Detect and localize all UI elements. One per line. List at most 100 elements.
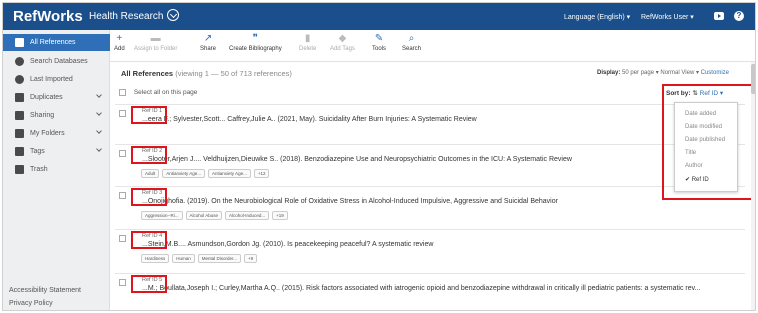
citation[interactable]: ...Stein,M.B.... Asmundson,Gordon Jg. (2… [142, 241, 433, 248]
tag-chip[interactable]: Aggression--Ri... [141, 211, 183, 220]
chevron-down-icon[interactable] [96, 146, 102, 152]
tag-list: Adult Antianxiety Age... Antianxiety Age..… [141, 169, 272, 178]
reference-row[interactable]: Ref ID 3 ...Onojighofia. (2019). On the … [115, 186, 745, 226]
app-window: RefWorks Health Research Language (Engli… [2, 2, 756, 311]
sidebar-item-label: Last Imported [30, 76, 73, 83]
top-bar: RefWorks Health Research Language (Engli… [3, 3, 755, 30]
sidebar-item-trash[interactable]: Trash [3, 161, 110, 178]
sidebar-item-label: My Folders [30, 130, 65, 137]
folder-icon: ▬ [150, 33, 161, 44]
display-select[interactable]: 50 per page ▾ Normal View ▾ [622, 70, 699, 76]
sidebar-item-tags[interactable]: Tags [3, 143, 110, 160]
tag-icon: ◆ [338, 33, 347, 44]
people-icon [15, 111, 24, 120]
trash-icon [15, 165, 24, 174]
tools-button[interactable]: ✎ Tools [372, 33, 386, 52]
highlight-box [131, 231, 167, 249]
sidebar-item-last-imported[interactable]: Last Imported [3, 71, 110, 88]
share-icon: ↗ [203, 33, 213, 44]
database-icon [15, 57, 24, 66]
project-name[interactable]: Health Research [89, 11, 163, 22]
sidebar-item-label: Sharing [30, 112, 55, 119]
accessibility-link[interactable]: Accessibility Statement [9, 287, 81, 294]
highlight-box [662, 84, 754, 200]
sidebar: All References Search Databases Last Imp… [3, 30, 110, 310]
row-checkbox[interactable] [119, 150, 126, 157]
highlight-box [131, 188, 167, 206]
sidebar-item-search-databases[interactable]: Search Databases [3, 53, 110, 70]
display-label: Display: [597, 70, 621, 76]
tag-chip[interactable]: Antianxiety Age... [162, 169, 206, 178]
sidebar-item-label: Tags [30, 148, 45, 155]
reference-row[interactable]: Ref ID 1 ...eera F.; Sylvester,Scott... … [115, 104, 745, 144]
delete-button[interactable]: ▮ Delete [299, 33, 316, 52]
create-bibliography-button[interactable]: ❞ Create Bibliography [229, 33, 282, 52]
chevron-down-icon[interactable] [96, 92, 102, 98]
language-menu[interactable]: Language (English) ▾ [564, 13, 630, 21]
add-button[interactable]: + Add [114, 33, 125, 52]
duplicates-icon [15, 93, 24, 102]
refworks-logo[interactable]: RefWorks [13, 8, 83, 25]
page-title: All References [121, 69, 174, 78]
tag-chip[interactable]: Alcohol Abuse [185, 211, 223, 220]
quote-icon: ❞ [252, 33, 259, 44]
sidebar-item-duplicates[interactable]: Duplicates [3, 89, 110, 106]
user-menu[interactable]: RefWorks User ▾ [641, 13, 694, 21]
folder-icon [15, 129, 24, 138]
tag-chip[interactable]: Human [172, 254, 195, 263]
sidebar-item-label: Trash [30, 166, 48, 173]
document-icon [15, 38, 24, 47]
sidebar-item-sharing[interactable]: Sharing [3, 107, 110, 124]
highlight-box [131, 106, 167, 124]
tag-list: Aggression--Ri... Alcohol Abuse Alcohol-In… [141, 211, 291, 220]
viewing-count: (viewing 1 — 50 of 713 references) [175, 69, 292, 78]
privacy-link[interactable]: Privacy Policy [9, 300, 53, 307]
sidebar-item-all-references[interactable]: All References [3, 34, 110, 51]
scrollbar-thumb[interactable] [751, 64, 755, 94]
assign-to-folder-button[interactable]: ▬ Assign to Folder [134, 33, 177, 52]
help-icon[interactable]: ? [734, 11, 744, 21]
tag-chip[interactable]: Adult [141, 169, 160, 178]
chevron-down-icon[interactable] [96, 128, 102, 134]
tag-chip[interactable]: Mental Disorder... [197, 254, 242, 263]
highlight-box [131, 275, 167, 293]
customize-link[interactable]: Customize [701, 70, 729, 76]
reference-row[interactable]: Ref ID 5 ...M.; Boullata,Joseph I.; Curl… [115, 273, 745, 310]
row-checkbox[interactable] [119, 192, 126, 199]
scrollbar[interactable] [751, 62, 755, 310]
tag-chip[interactable]: Hardiness [141, 254, 170, 263]
more-tags-chip[interactable]: +12 [253, 169, 270, 178]
row-checkbox[interactable] [119, 235, 126, 242]
select-all-checkbox[interactable] [119, 89, 126, 96]
video-icon[interactable] [714, 12, 724, 20]
sidebar-item-label: All References [30, 39, 76, 46]
more-tags-chip[interactable]: +19 [272, 211, 288, 220]
reference-row[interactable]: Ref ID 2 ...Slooter,Arjen J.... Veldhuij… [115, 144, 745, 184]
select-all[interactable]: Select all on this page [119, 89, 197, 96]
search-button[interactable]: ⌕ Search [402, 33, 421, 52]
add-tags-button[interactable]: ◆ Add Tags [330, 33, 355, 52]
display-options: Display: 50 per page ▾ Normal View ▾ Cus… [597, 69, 729, 76]
wrench-icon: ✎ [374, 33, 384, 44]
clock-icon [15, 75, 24, 84]
toolbar: + Add ▬ Assign to Folder ↗ Share ❞ Creat… [110, 30, 755, 62]
highlight-box [131, 146, 167, 164]
tag-icon [15, 147, 24, 156]
row-checkbox[interactable] [119, 279, 126, 286]
citation[interactable]: ...M.; Boullata,Joseph I.; Curley,Martha… [142, 285, 700, 292]
citation[interactable]: ...Onojighofia. (2019). On the Neurobiol… [142, 198, 558, 205]
chevron-down-icon[interactable] [96, 110, 102, 116]
citation[interactable]: ...eera F.; Sylvester,Scott... Caffrey,J… [142, 116, 477, 123]
row-checkbox[interactable] [119, 110, 126, 117]
more-tags-chip[interactable]: +9 [244, 254, 258, 263]
sidebar-item-label: Duplicates [30, 94, 63, 101]
share-button[interactable]: ↗ Share [200, 33, 216, 52]
sidebar-item-label: Search Databases [30, 58, 88, 65]
tag-chip[interactable]: Alcohol-Induced... [225, 211, 270, 220]
sidebar-item-my-folders[interactable]: My Folders [3, 125, 110, 142]
citation[interactable]: ...Slooter,Arjen J.... Veldhuijzen,Dieuw… [142, 156, 572, 163]
trash-icon: ▮ [304, 33, 311, 44]
tag-chip[interactable]: Antianxiety Age... [208, 169, 251, 178]
project-chevron-icon[interactable] [167, 9, 179, 21]
reference-row[interactable]: Ref ID 4 ...Stein,M.B.... Asmundson,Gord… [115, 229, 745, 269]
